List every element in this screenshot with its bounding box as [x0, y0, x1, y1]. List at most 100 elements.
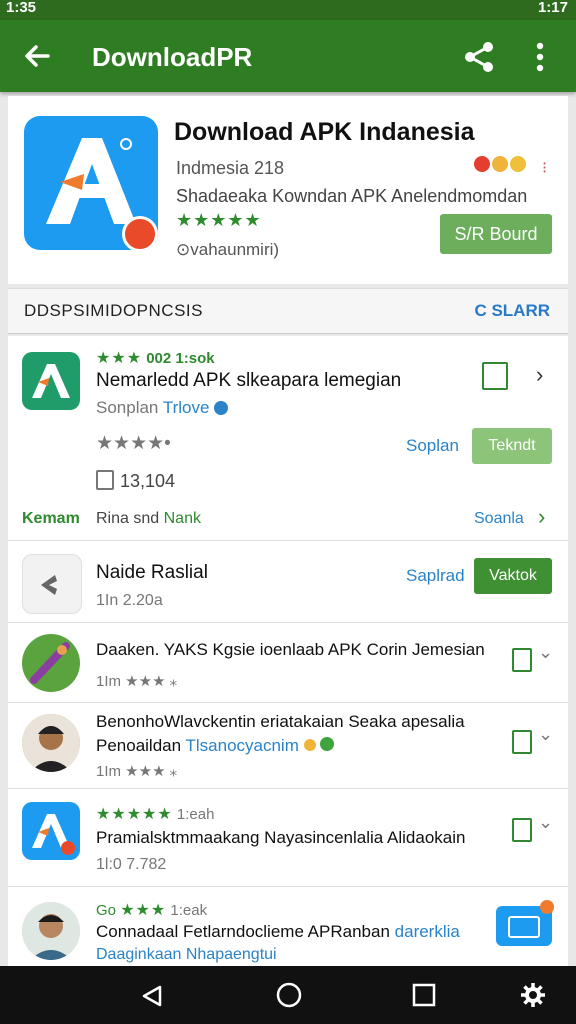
- item-meta-prefix: Go: [96, 902, 117, 919]
- item-stars: ★★★★★: [96, 806, 173, 823]
- nav-home-icon[interactable]: [276, 982, 302, 1008]
- status-time-right: 1:17: [537, 0, 568, 16]
- list-item[interactable]: ★★★★★ 1:eah Pramialsktmmaakang Nayasince…: [8, 790, 568, 887]
- app-header-card: Download APK Indanesia Indmesia 218 ⁝ Sh…: [8, 96, 568, 284]
- item-title: Naide Raslial: [96, 562, 208, 583]
- app-shortcut-icon[interactable]: [496, 900, 554, 946]
- item-sub: 1Im ★★★ ⁎: [96, 673, 178, 690]
- item-link[interactable]: Soplan: [406, 436, 459, 456]
- list-item[interactable]: Naide Raslial 1In 2.20a Saplrad Vaktok: [8, 542, 568, 623]
- item-icon: [22, 802, 80, 860]
- item-meta-text: 1:eak: [170, 902, 208, 919]
- item-footer-left[interactable]: Kemam: [22, 510, 80, 528]
- download-icon[interactable]: [512, 648, 532, 672]
- emoji-reactions-icon: [474, 156, 534, 176]
- person-avatar-icon: [22, 714, 80, 772]
- app-logo-a-icon: [32, 814, 75, 855]
- app-list: ★★★ 002 1:sok Nemarledd APK slkeapara le…: [8, 336, 568, 968]
- back-arrow-icon[interactable]: [20, 38, 56, 74]
- list-item[interactable]: Daaken. YAKS Kgsie ioenlaab APK Corin Je…: [8, 624, 568, 703]
- overflow-dot-icon[interactable]: ⁝: [542, 158, 547, 178]
- rating-stars: ★★★★★: [176, 210, 262, 230]
- install-button[interactable]: Tekndt: [472, 428, 552, 464]
- chevron-down-icon[interactable]: ⌄: [538, 642, 553, 663]
- item-count: 13,104: [96, 470, 175, 492]
- item-footer-right[interactable]: Soanla: [474, 510, 524, 528]
- chevron-down-icon[interactable]: ⌄: [538, 812, 553, 833]
- item-sub: Daaginkaan Nhapaengtui: [96, 946, 277, 963]
- item-meta: ★★★★★ 1:eah: [96, 804, 214, 824]
- app-bar: DownloadPR: [0, 20, 576, 92]
- primary-action-button[interactable]: S/R Bourd: [440, 214, 552, 254]
- item-sub: 1Im ★★★ ⁎: [96, 763, 178, 780]
- item-footer-middle-text: Rina snd: [96, 510, 160, 527]
- status-bar: 1:35 1:17: [0, 0, 576, 20]
- chevron-right-icon[interactable]: ›: [538, 504, 545, 530]
- emoji-icon: [303, 739, 316, 751]
- verified-icon: [214, 401, 229, 415]
- badge-icon: [122, 216, 158, 250]
- item-meta-text: 002 1:sok: [146, 350, 215, 367]
- list-item[interactable]: Go ★★★ 1:eak Connadaal Fetlarndoclieme A…: [8, 888, 568, 968]
- item-icon: [22, 554, 82, 614]
- nav-back-icon[interactable]: [140, 984, 164, 1008]
- item-footer-middle-green: Nank: [163, 510, 201, 527]
- item-stars: ★★★: [120, 902, 167, 919]
- item-title: Daaken. YAKS Kgsie ioenlaab APK Corin Je…: [96, 640, 485, 659]
- status-time-left: 1:35: [6, 0, 37, 16]
- section-title: DDSPSIMIDOPNCSIS: [24, 301, 203, 320]
- app-name: Download APK Indanesia: [174, 118, 475, 146]
- system-nav-bar: [0, 966, 576, 1024]
- flute-icon: [30, 642, 70, 684]
- item-author: Sonplan Trlove: [96, 398, 229, 418]
- item-title-blue: Tlsanocyacnim: [185, 736, 299, 755]
- item-title: Connadaal Fetlarndoclieme APRanban darer…: [96, 922, 460, 942]
- item-author-prefix: Sonplan: [96, 398, 159, 417]
- item-sub: 1l:0 7.782: [96, 856, 167, 873]
- chevron-down-icon[interactable]: ⌄: [538, 724, 553, 745]
- download-icon[interactable]: [512, 730, 532, 754]
- item-link[interactable]: Saplrad: [406, 566, 465, 586]
- app-icon: [24, 116, 158, 250]
- item-title-black: Penoaildan: [96, 736, 182, 755]
- item-meta: ★★★ 002 1:sok: [96, 348, 215, 368]
- nav-recents-icon[interactable]: [412, 983, 436, 1007]
- app-logo-a-icon: [32, 364, 70, 398]
- app-title: DownloadPR: [92, 42, 253, 72]
- download-icon[interactable]: [512, 818, 532, 842]
- share-icon[interactable]: [462, 40, 496, 74]
- download-icon[interactable]: [482, 362, 508, 390]
- item-avatar: [22, 902, 80, 960]
- item-title: BenonhoWlavckentin eriatakaian Seaka ape…: [96, 712, 465, 731]
- person-avatar-icon: [22, 902, 80, 960]
- item-title: Nemarledd APK slkeapara lemegian: [96, 370, 402, 391]
- item-sub: 1In 2.20a: [96, 592, 163, 609]
- section-action-link[interactable]: C SLARR: [474, 301, 550, 321]
- app-rating: ★★★★★: [176, 210, 262, 231]
- item-author-name: Trlove: [162, 398, 210, 417]
- item-footer-middle: Rina snd Nank: [96, 510, 201, 528]
- file-icon: [96, 470, 114, 490]
- item-stars: ★★★: [96, 350, 143, 367]
- item-count-value: 13,104: [120, 471, 176, 491]
- tool-icon: [41, 575, 57, 595]
- item-title-black: Connadaal Fetlarndoclieme APRanban: [96, 922, 390, 941]
- section-header: DDSPSIMIDOPNCSIS C SLARR: [8, 288, 568, 334]
- settings-gear-icon[interactable]: [520, 982, 546, 1008]
- badge-icon: [320, 737, 335, 751]
- item-avatar: [22, 634, 80, 692]
- more-vert-icon[interactable]: [528, 40, 552, 74]
- item-icon: [22, 352, 80, 410]
- install-button[interactable]: Vaktok: [474, 558, 552, 594]
- list-item[interactable]: BenonhoWlavckentin eriatakaian Seaka ape…: [8, 704, 568, 789]
- item-title: Pramialsktmmaakang Nayasincenlalia Alida…: [96, 828, 466, 847]
- item-avatar: [22, 714, 80, 772]
- list-item[interactable]: ★★★ 002 1:sok Nemarledd APK slkeapara le…: [8, 336, 568, 541]
- app-footer-text: ⊙vahaunmiri): [176, 240, 280, 259]
- item-rating: ★★★★•: [96, 433, 171, 454]
- chevron-right-icon[interactable]: ›: [536, 362, 543, 388]
- item-title-line2: Penoaildan Tlsanocyacnim: [96, 736, 335, 756]
- item-meta-text: 1:eah: [176, 806, 215, 823]
- app-description: Shadaeaka Kowndan APK Anelendmomdan: [176, 186, 528, 206]
- item-title-blue: darerklia: [394, 922, 460, 941]
